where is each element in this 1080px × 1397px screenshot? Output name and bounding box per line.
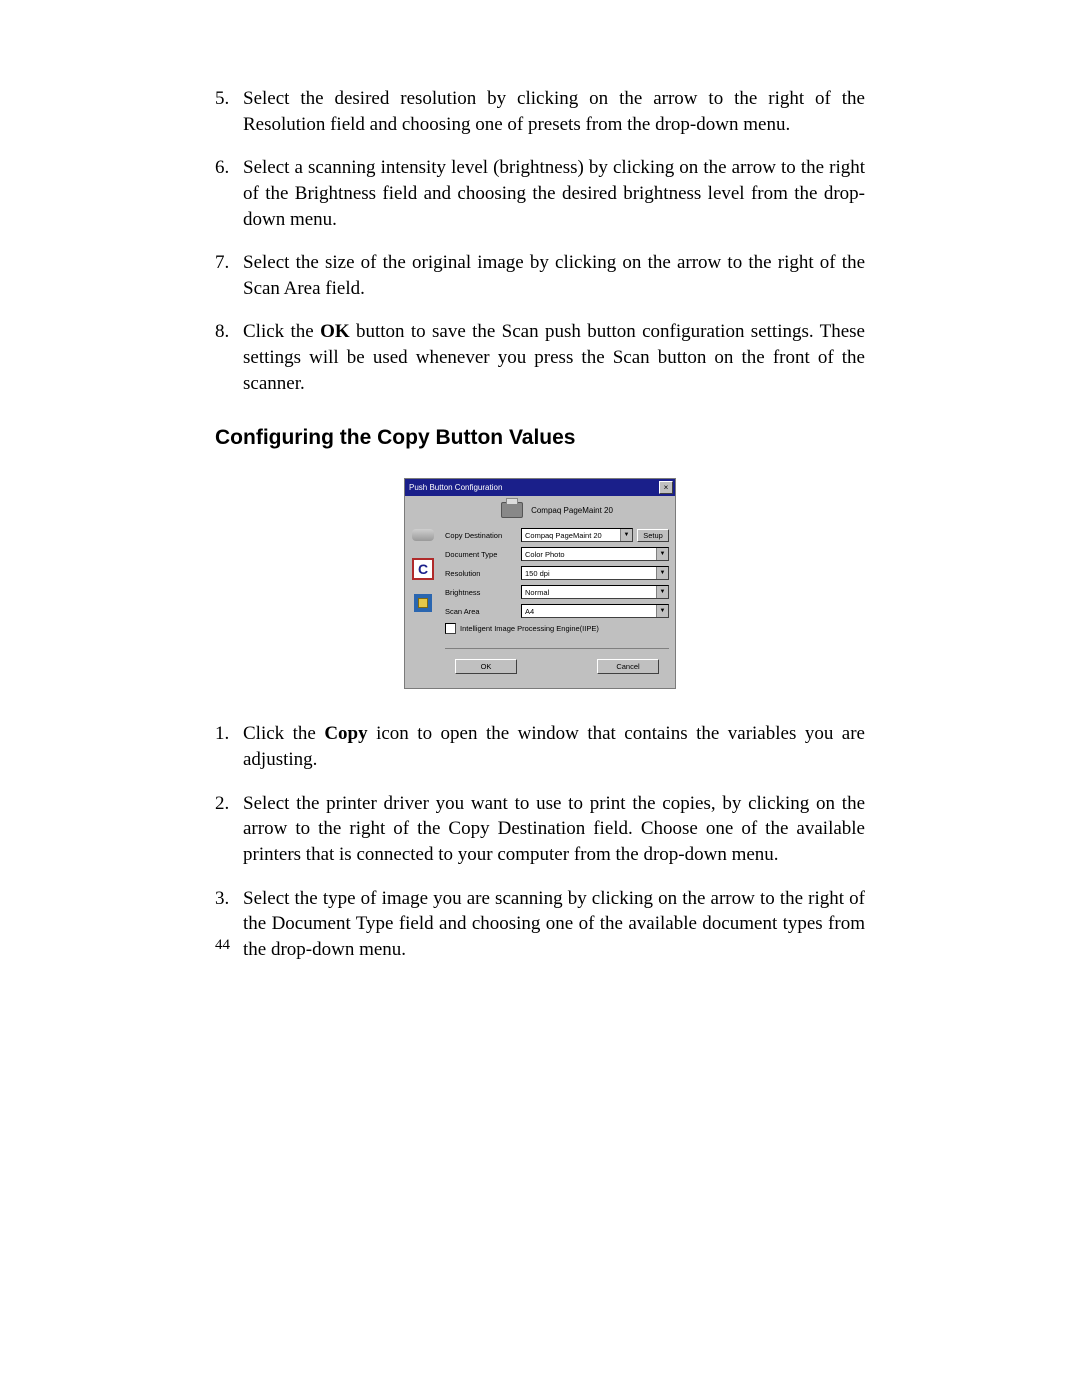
section-heading: Configuring the Copy Button Values xyxy=(215,426,865,450)
document-type-value: Color Photo xyxy=(525,550,565,559)
dialog-title: Push Button Configuration xyxy=(409,483,502,492)
iipe-label: Intelligent Image Processing Engine(IIPE… xyxy=(460,624,599,633)
scan-area-label: Scan Area xyxy=(445,607,521,616)
brightness-select[interactable]: Normal ▼ xyxy=(521,585,669,599)
brightness-value: Normal xyxy=(525,588,549,597)
list-item: 1.Click the Copy icon to open the window… xyxy=(215,721,865,772)
list-item: 6.Select a scanning intensity level (bri… xyxy=(215,155,865,232)
copy-destination-value: Compaq PageMaint 20 xyxy=(525,531,602,540)
instruction-list-bottom: 1.Click the Copy icon to open the window… xyxy=(215,721,865,962)
printer-icon xyxy=(501,502,523,518)
resolution-value: 150 dpi xyxy=(525,569,550,578)
list-item-number: 2. xyxy=(215,791,243,868)
copy-tab-icon[interactable]: C xyxy=(412,558,434,580)
list-item-text: Click the Copy icon to open the window t… xyxy=(243,721,865,772)
page-number: 44 xyxy=(215,937,230,954)
list-item-number: 5. xyxy=(215,86,243,137)
list-item-number: 6. xyxy=(215,155,243,232)
list-item-number: 1. xyxy=(215,721,243,772)
list-item-number: 8. xyxy=(215,319,243,396)
scan-area-select[interactable]: A4 ▼ xyxy=(521,604,669,618)
cancel-button[interactable]: Cancel xyxy=(597,659,659,674)
list-item: 7.Select the size of the original image … xyxy=(215,250,865,301)
chevron-down-icon[interactable]: ▼ xyxy=(656,586,668,598)
scan-area-value: A4 xyxy=(525,607,534,616)
copy-destination-select[interactable]: Compaq PageMaint 20 ▼ xyxy=(521,528,633,542)
list-item: 8.Click the OK button to save the Scan p… xyxy=(215,319,865,396)
dialog-titlebar: Push Button Configuration × xyxy=(405,479,675,496)
instruction-list-top: 5.Select the desired resolution by click… xyxy=(215,86,865,396)
brightness-label: Brightness xyxy=(445,588,521,597)
document-type-select[interactable]: Color Photo ▼ xyxy=(521,547,669,561)
page: 5.Select the desired resolution by click… xyxy=(0,0,1080,1397)
close-icon[interactable]: × xyxy=(659,481,673,494)
iipe-checkbox[interactable] xyxy=(445,623,456,634)
dialog-header-text: Compaq PageMaint 20 xyxy=(531,506,613,515)
list-item-number: 7. xyxy=(215,250,243,301)
dialog-figure: Push Button Configuration × C Compaq Pag… xyxy=(215,478,865,689)
custom-tab-icon[interactable] xyxy=(411,592,435,614)
list-item-text: Select a scanning intensity level (brigh… xyxy=(243,155,865,232)
list-item-text: Select the printer driver you want to us… xyxy=(243,791,865,868)
iipe-row: Intelligent Image Processing Engine(IIPE… xyxy=(445,623,669,634)
list-item: 3.Select the type of image you are scann… xyxy=(215,886,865,963)
list-item: 5.Select the desired resolution by click… xyxy=(215,86,865,137)
setup-button[interactable]: Setup xyxy=(637,529,669,542)
chevron-down-icon[interactable]: ▼ xyxy=(656,548,668,560)
chevron-down-icon[interactable]: ▼ xyxy=(620,529,632,541)
chevron-down-icon[interactable]: ▼ xyxy=(656,605,668,617)
list-item-text: Select the desired resolution by clickin… xyxy=(243,86,865,137)
copy-destination-label: Copy Destination xyxy=(445,531,521,540)
document-type-label: Document Type xyxy=(445,550,521,559)
dialog-header: Compaq PageMaint 20 xyxy=(445,502,669,518)
resolution-label: Resolution xyxy=(445,569,521,578)
ok-button[interactable]: OK xyxy=(455,659,517,674)
list-item-text: Select the type of image you are scannin… xyxy=(243,886,865,963)
list-item-text: Select the size of the original image by… xyxy=(243,250,865,301)
list-item: 2.Select the printer driver you want to … xyxy=(215,791,865,868)
resolution-select[interactable]: 150 dpi ▼ xyxy=(521,566,669,580)
push-button-config-dialog: Push Button Configuration × C Compaq Pag… xyxy=(404,478,676,689)
chevron-down-icon[interactable]: ▼ xyxy=(656,567,668,579)
list-item-text: Click the OK button to save the Scan pus… xyxy=(243,319,865,396)
dialog-sidebar: C xyxy=(409,502,437,684)
scan-tab-icon[interactable] xyxy=(411,524,435,546)
